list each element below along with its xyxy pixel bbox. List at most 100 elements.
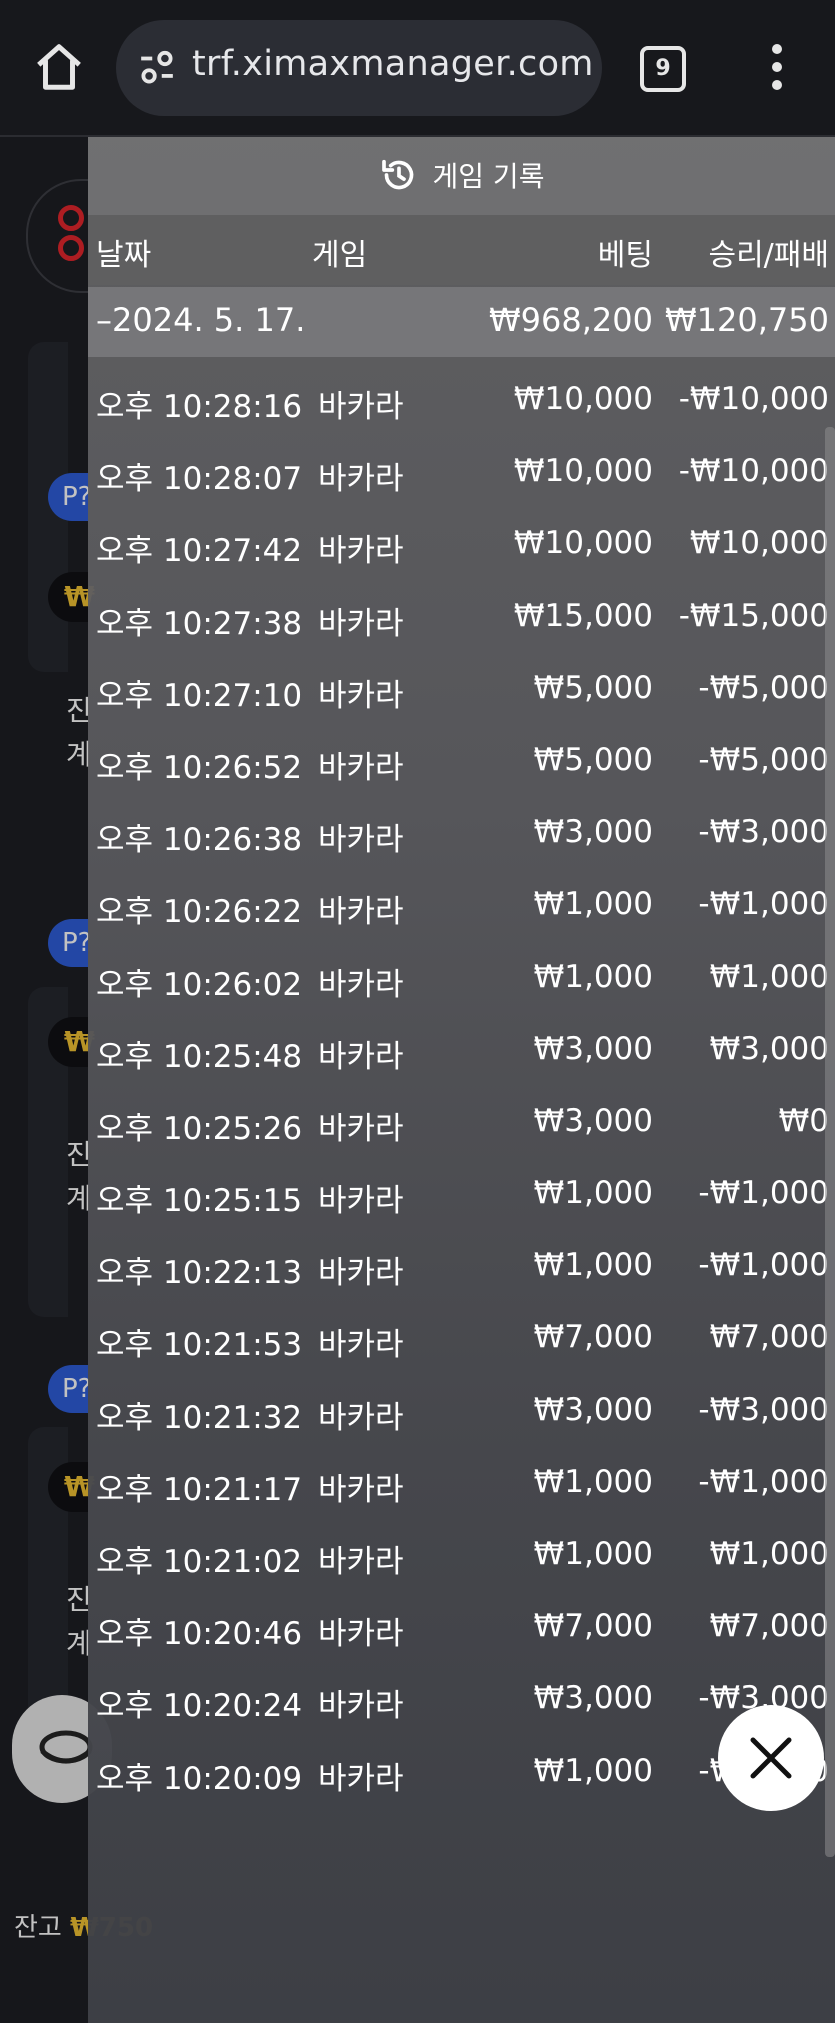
row-game: 바카라 [318,966,404,1003]
row-time: 오후 10:27:10 [96,677,303,714]
row-time: 오후 10:26:52 [96,749,303,786]
row-result: ₩7,000 [709,1608,829,1645]
more-vert-icon[interactable] [760,44,794,92]
row-result: ₩7,000 [709,1319,829,1356]
row-game: 바카라 [318,677,404,714]
row-game: 바카라 [318,822,404,859]
address-bar[interactable]: trf.ximaxmanager.com [116,20,602,116]
column-header-date: 날짜 [96,238,152,273]
table-row: 오후 10:28:16 바카라 ₩10,000 -₩10,000 [88,367,835,439]
date-group-row[interactable]: –2024. 5. 17. ₩968,200 ₩120,750 [88,287,835,357]
url-text[interactable]: trf.ximaxmanager.com [192,44,594,84]
row-game: 바카라 [318,1183,404,1220]
table-row: 오후 10:21:32 바카라 ₩3,000 -₩3,000 [88,1378,835,1450]
row-result: -₩3,000 [698,814,829,851]
panel-title-bar: 게임 기록 [88,137,835,215]
row-bet: ₩1,000 [533,1463,653,1500]
row-result: ₩0 [778,1102,829,1139]
table-row: 오후 10:27:42 바카라 ₩10,000 ₩10,000 [88,511,835,583]
history-icon [381,159,413,190]
row-bet: ₩1,000 [533,1536,653,1572]
row-bet: ₩1,000 [533,886,653,923]
row-game: 바카라 [318,1038,404,1075]
row-bet: ₩3,000 [533,1030,653,1067]
table-row: 오후 10:21:02 바카라 ₩1,000 ₩1,000 [88,1522,835,1594]
row-result: -₩10,000 [678,381,829,417]
date-group-total-result: ₩120,750 [665,301,829,339]
row-game: 바카라 [318,1110,404,1147]
row-game: 바카라 [318,1544,404,1580]
row-game: 바카라 [318,533,404,570]
row-game: 바카라 [318,894,404,931]
close-icon [750,1737,792,1779]
row-bet: ₩15,000 [513,597,653,634]
table-row: 오후 10:25:26 바카라 ₩3,000 ₩0 [88,1089,835,1161]
row-bet: ₩1,000 [533,1175,653,1212]
row-game: 바카라 [318,1399,404,1436]
table-row: 오후 10:21:53 바카라 ₩7,000 ₩7,000 [88,1305,835,1377]
row-time: 오후 10:20:46 [96,1616,303,1653]
table-row: 오후 10:22:13 바카라 ₩1,000 -₩1,000 [88,1233,835,1305]
tune-icon[interactable] [138,50,176,86]
row-time: 오후 10:28:16 [96,389,303,425]
row-result: ₩1,000 [709,1536,829,1572]
row-result: -₩1,000 [698,1463,829,1500]
row-time: 오후 10:25:26 [96,1110,303,1147]
row-game: 바카라 [318,1471,404,1508]
table-row: 오후 10:26:38 바카라 ₩3,000 -₩3,000 [88,800,835,872]
table-row: 오후 10:20:46 바카라 ₩7,000 ₩7,000 [88,1594,835,1666]
row-bet: ₩5,000 [533,741,653,778]
history-rows: 오후 10:28:16 바카라 ₩10,000 -₩10,000 오후 10:28:0… [88,367,835,1811]
home-icon [37,44,81,90]
row-game: 바카라 [318,1327,404,1364]
table-row: 오후 10:27:10 바카라 ₩5,000 -₩5,000 [88,656,835,728]
scrollbar[interactable] [825,427,835,1857]
home-button[interactable] [32,40,86,94]
row-result: -₩5,000 [698,741,829,778]
row-result: -₩15,000 [678,597,829,634]
row-time: 오후 10:20:24 [96,1688,303,1725]
tab-switcher-button[interactable]: 9 [640,46,686,92]
table-row: 오후 10:20:24 바카라 ₩3,000 -₩3,000 [88,1666,835,1738]
table-row: 오후 10:21:17 바카라 ₩1,000 -₩1,000 [88,1450,835,1522]
row-result: -₩1,000 [698,886,829,923]
column-header-result: 승리/패배 [708,238,829,273]
browser-toolbar: trf.ximaxmanager.com 9 [0,0,835,137]
row-bet: ₩1,000 [533,1752,653,1789]
row-time: 오후 10:21:02 [96,1544,303,1580]
row-time: 오후 10:27:42 [96,533,303,570]
close-button[interactable] [718,1705,824,1811]
row-game: 바카라 [318,1255,404,1292]
row-result: ₩10,000 [689,525,829,562]
table-row: 오후 10:26:22 바카라 ₩1,000 -₩1,000 [88,872,835,944]
date-group-total-bet: ₩968,200 [489,301,653,339]
row-bet: ₩10,000 [513,525,653,562]
row-time: 오후 10:26:02 [96,966,303,1003]
row-time: 오후 10:21:32 [96,1399,303,1436]
row-result: -₩1,000 [698,1175,829,1212]
row-game: 바카라 [318,461,404,498]
row-game: 바카라 [318,605,404,642]
row-time: 오후 10:25:48 [96,1038,303,1075]
row-game: 바카라 [318,389,404,425]
row-result: -₩1,000 [698,1247,829,1284]
row-result: -₩10,000 [678,453,829,490]
column-header-bet: 베팅 [597,238,653,273]
row-time: 오후 10:28:07 [96,461,303,498]
row-bet: ₩10,000 [513,453,653,490]
row-time: 오후 10:27:38 [96,605,303,642]
column-header-game: 게임 [312,238,368,273]
table-row: 오후 10:27:38 바카라 ₩15,000 -₩15,000 [88,584,835,656]
row-game: 바카라 [318,749,404,786]
table-row: 오후 10:25:48 바카라 ₩3,000 ₩3,000 [88,1017,835,1089]
row-result: ₩1,000 [709,958,829,995]
row-result: -₩3,000 [698,1391,829,1428]
row-time: 오후 10:25:15 [96,1183,303,1220]
row-bet: ₩3,000 [533,1102,653,1139]
row-result: -₩5,000 [698,669,829,706]
date-group-label: –2024. 5. 17. [96,301,306,339]
row-bet: ₩10,000 [513,381,653,417]
row-time: 오후 10:22:13 [96,1255,303,1292]
row-bet: ₩3,000 [533,1680,653,1717]
row-game: 바카라 [318,1760,404,1797]
